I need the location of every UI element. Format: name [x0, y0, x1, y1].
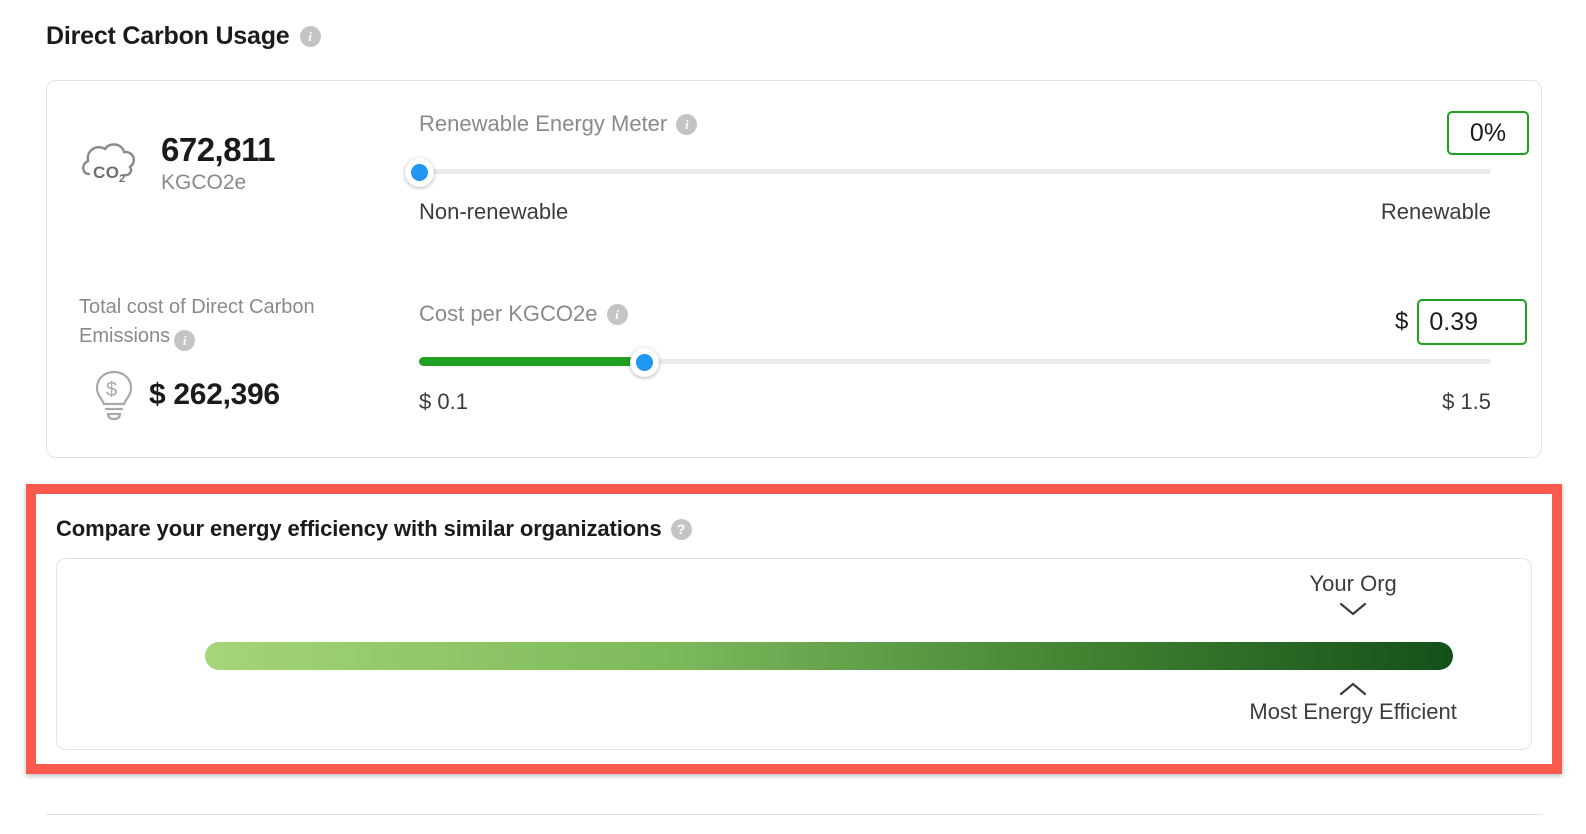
total-cost-label-wrap: Total cost of Direct Carbon Emissions i [79, 293, 347, 351]
renewable-slider-handle[interactable] [405, 158, 434, 187]
most-efficient-marker: Most Energy Efficient [1181, 681, 1525, 725]
question-mark-icon[interactable]: ? [670, 518, 692, 540]
co2-cloud-icon: CO 2 [79, 140, 141, 188]
efficiency-comparison-card: Your Org Most Energy Efficient [56, 558, 1532, 750]
renewable-meter-label: Renewable Energy Meter [419, 111, 668, 136]
chevron-up-icon [1340, 682, 1367, 696]
cost-slider-max-label: $ 1.5 [1442, 389, 1491, 414]
your-org-marker: Your Org [1253, 571, 1453, 617]
your-org-label: Your Org [1309, 571, 1397, 596]
cost-value-input[interactable] [1417, 299, 1528, 345]
cost-slider-label: Cost per KGCO2e [419, 301, 598, 326]
bottom-divider [46, 814, 1542, 815]
metrics-column: CO 2 672,811 KGCO2e Total cost of Direct… [65, 81, 365, 457]
renewable-slider-min-label: Non-renewable [419, 199, 569, 224]
renewable-energy-meter-group: Renewable Energy Meter i Non-renewable R… [405, 111, 1491, 225]
cost-slider-header: Cost per KGCO2e i [419, 301, 1491, 327]
cost-value-field-wrap: $ [1395, 299, 1528, 345]
compare-title: Compare your energy efficiency with simi… [56, 516, 662, 541]
cost-slider-handle[interactable] [630, 348, 660, 377]
cost-slider-endpoints: $ 0.1 $ 1.5 [419, 389, 1491, 415]
info-icon[interactable]: i [606, 303, 628, 325]
svg-text:$: $ [106, 379, 117, 401]
currency-symbol: $ [1395, 308, 1409, 335]
carbon-metric: CO 2 672,811 KGCO2e [79, 131, 275, 196]
svg-text:CO: CO [93, 163, 120, 182]
renewable-meter-header: Renewable Energy Meter i [419, 111, 1491, 137]
renewable-slider[interactable] [405, 158, 1491, 187]
page-title: Direct Carbon Usage [46, 22, 290, 50]
info-icon[interactable]: i [299, 26, 321, 47]
lightbulb-dollar-icon: $ [93, 369, 135, 421]
total-cost-value: $ 262,396 [149, 378, 280, 411]
compare-section-highlight: Compare your energy efficiency with simi… [26, 484, 1562, 774]
direct-carbon-usage-page: Direct Carbon Usage i CO 2 672,811 KGCO2… [0, 0, 1586, 834]
total-cost-metric: $ $ 262,396 [93, 369, 280, 421]
section-header: Direct Carbon Usage i [46, 22, 321, 51]
compare-header: Compare your energy efficiency with simi… [56, 516, 692, 542]
cost-per-kgco2e-group: Cost per KGCO2e i $ 0.1 $ 1.5 [419, 301, 1491, 415]
total-cost-label: Total cost of Direct Carbon Emissions [79, 296, 315, 347]
carbon-metric-text: 672,811 KGCO2e [161, 131, 275, 196]
carbon-unit: KGCO2e [161, 170, 247, 194]
most-efficient-label: Most Energy Efficient [1249, 699, 1457, 724]
efficiency-gradient-bar [205, 642, 1453, 670]
renewable-percent-field-wrap [1447, 111, 1529, 155]
renewable-percent-input[interactable] [1447, 111, 1529, 155]
carbon-value: 672,811 [161, 131, 275, 168]
renewable-slider-endpoints: Non-renewable Renewable [419, 199, 1491, 225]
chevron-down-icon [1340, 602, 1367, 616]
cost-slider-min-label: $ 0.1 [419, 389, 468, 414]
renewable-slider-rail[interactable] [419, 169, 1491, 174]
direct-carbon-usage-card: CO 2 672,811 KGCO2e Total cost of Direct… [46, 80, 1542, 458]
cost-slider[interactable] [419, 348, 1491, 377]
cost-slider-fill [419, 357, 645, 366]
info-icon[interactable]: i [174, 330, 196, 351]
svg-text:2: 2 [119, 173, 125, 185]
info-icon[interactable]: i [676, 113, 698, 135]
renewable-slider-max-label: Renewable [1380, 199, 1491, 224]
